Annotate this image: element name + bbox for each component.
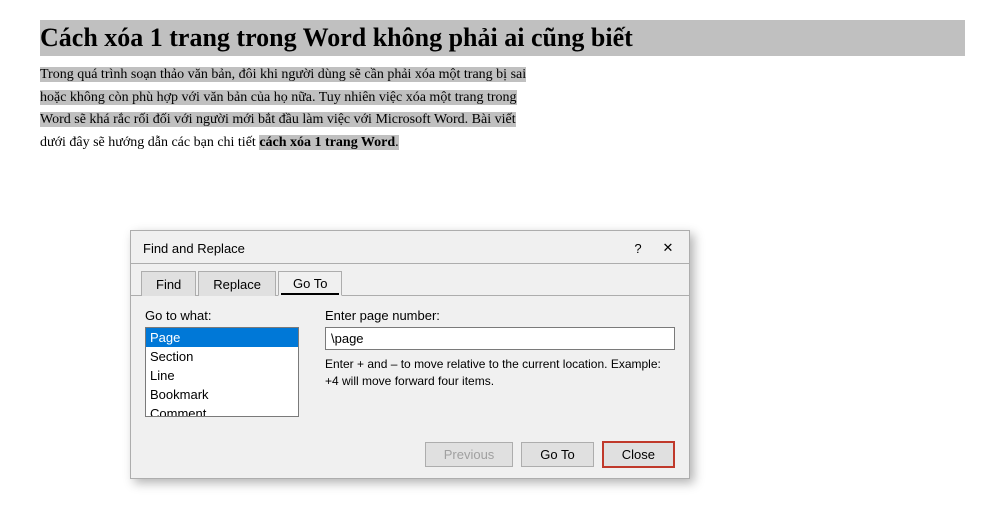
listbox-item-bookmark[interactable]: Bookmark [146, 385, 298, 404]
dialog-left-panel: Go to what: Page Section Line Bookmark [145, 308, 305, 417]
dialog-content-row: Go to what: Page Section Line Bookmark [145, 308, 675, 417]
tab-goto[interactable]: Go To [278, 271, 342, 296]
listbox-item-comment[interactable]: Comment [146, 404, 298, 417]
goto-button[interactable]: Go To [521, 442, 593, 467]
tab-replace[interactable]: Replace [198, 271, 276, 296]
doc-body-line3: Word sẽ khá rắc rối đối với người mới bắ… [40, 112, 516, 127]
dialog-body: Go to what: Page Section Line Bookmark [131, 296, 689, 435]
doc-body-line1: Trong quá trình soạn thảo văn bản, đôi k… [40, 67, 526, 82]
dialog-title-icons: ? ✕ [627, 237, 679, 259]
tab-find[interactable]: Find [141, 271, 196, 296]
listbox-item-page[interactable]: Page [146, 328, 298, 347]
dialog-help-button[interactable]: ? [627, 237, 649, 259]
dialog-title: Find and Replace [143, 241, 245, 256]
page-number-label: Enter page number: [325, 308, 675, 323]
find-replace-dialog: Find and Replace ? ✕ Find Replace Go To [130, 230, 690, 479]
doc-body-end: . [395, 135, 399, 150]
page-number-input[interactable] [325, 327, 675, 350]
listbox-item-line[interactable]: Line [146, 366, 298, 385]
document-title: Cách xóa 1 trang trong Word không phải a… [40, 23, 633, 52]
goto-listbox[interactable]: Page Section Line Bookmark Comment [145, 327, 299, 417]
dialog-titlebar: Find and Replace ? ✕ [131, 231, 689, 264]
dialog-right-panel: Enter page number: Enter + and – to move… [325, 308, 675, 417]
document-area: Cách xóa 1 trang trong Word không phải a… [0, 0, 1005, 515]
dialog-close-button[interactable]: ✕ [657, 237, 679, 259]
listbox-item-section[interactable]: Section [146, 347, 298, 366]
doc-body-line2: hoặc không còn phù hợp với văn bản của h… [40, 90, 517, 105]
dialog-tabs: Find Replace Go To [131, 264, 689, 296]
doc-body-bold: cách xóa 1 trang Word [259, 135, 395, 150]
close-button[interactable]: Close [602, 441, 675, 468]
dialog-footer: Previous Go To Close [131, 435, 689, 478]
hint-text: Enter + and – to move relative to the cu… [325, 356, 675, 390]
previous-button[interactable]: Previous [425, 442, 514, 467]
document-title-block: Cách xóa 1 trang trong Word không phải a… [40, 20, 965, 56]
document-body: Trong quá trình soạn thảo văn bản, đôi k… [40, 64, 965, 154]
goto-label: Go to what: [145, 308, 305, 323]
doc-body-line4: dưới đây sẽ hướng dẫn các bạn chi tiết [40, 135, 259, 150]
